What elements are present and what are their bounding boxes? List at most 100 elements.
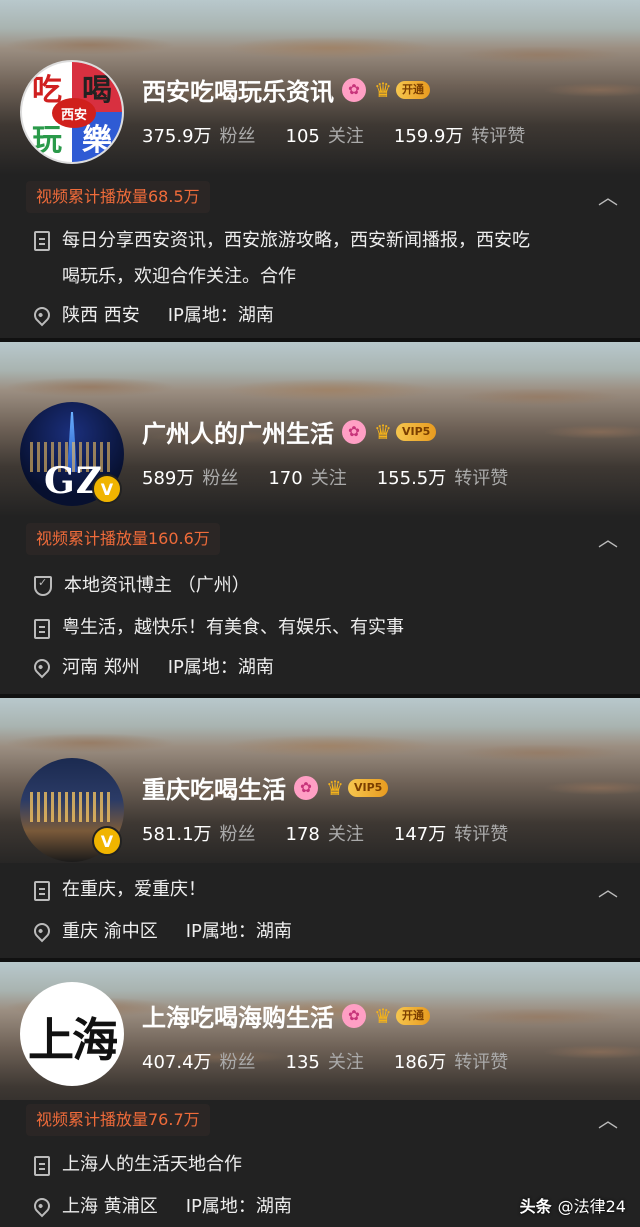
bio-row: 在重庆，爱重庆！	[34, 877, 206, 903]
location-pin-icon	[30, 303, 54, 327]
location-pin-icon	[30, 1194, 54, 1218]
stat-num: 407.4万	[142, 1052, 212, 1073]
verified-v-icon: V	[92, 474, 122, 504]
location-row: 上海 黄浦区 IP属地：湖南	[30, 1194, 292, 1220]
name-row: 广州人的广州生活 ✿ ♛ VIP5	[142, 414, 437, 449]
bio-row: 粤生活，越快乐！有美食、有娱乐、有实事	[34, 615, 404, 641]
pink-badge-icon[interactable]: ✿	[342, 77, 366, 102]
chevron-up-icon[interactable]: ︿	[598, 879, 618, 899]
name-row: 重庆吃喝生活 ✿ ♛ VIP5	[142, 770, 389, 805]
play-count-tag: 视频累计播放量76.7万	[26, 1104, 210, 1136]
bio-line: 每日分享西安资讯，西安旅游攻略，西安新闻播报，西安吃	[62, 230, 530, 251]
stat-num: 581.1万	[142, 824, 212, 845]
watermark: 头条 @法律24	[520, 1193, 626, 1217]
bio-line: 喝玩乐，欢迎合作关注。合作	[62, 266, 296, 287]
stat-num: 178	[285, 824, 320, 845]
stat-label: 粉丝	[202, 468, 239, 489]
stat-fans[interactable]: 581.1万 粉丝	[142, 820, 256, 846]
stat-fans[interactable]: 407.4万 粉丝	[142, 1048, 256, 1074]
bio-text: 每日分享西安资讯，西安旅游攻略，西安新闻播报，西安吃 喝玩乐，欢迎合作关注。合作	[62, 227, 530, 299]
document-icon	[34, 1156, 50, 1176]
avatar-text: 上海	[28, 1013, 118, 1067]
stat-num: 186万	[393, 1052, 447, 1073]
vip-badge[interactable]: ♛ 开通	[374, 79, 430, 101]
stat-label: 粉丝	[219, 126, 256, 147]
account-name: 上海吃喝海购生活	[142, 1004, 334, 1032]
city-lights-graphic	[30, 792, 114, 822]
bio-text: 在重庆，爱重庆！	[62, 879, 206, 900]
stat-following[interactable]: 170 关注	[268, 464, 346, 490]
info-panel: 视频累计播放量68.5万 ︿ 每日分享西安资讯，西安旅游攻略，西安新闻播报，西安…	[0, 175, 640, 338]
stat-following[interactable]: 178 关注	[286, 820, 364, 846]
vip-badge[interactable]: ♛ VIP5	[374, 421, 437, 443]
profile-card-shanghai: 上海 上海吃喝海购生活 ✿ ♛ 开通 407.4万 粉丝 135 关注 186万 转评…	[0, 962, 640, 1227]
bio-row: 每日分享西安资讯，西安旅游攻略，西安新闻播报，西安吃 喝玩乐，欢迎合作关注。合作	[34, 227, 530, 299]
stat-label: 关注	[327, 126, 364, 147]
stat-num: 135	[285, 1052, 320, 1073]
stat-num: 375.9万	[142, 126, 212, 147]
chevron-up-icon[interactable]: ︿	[598, 1110, 618, 1130]
vip-label: VIP5	[348, 778, 389, 797]
stat-num: 147万	[393, 824, 447, 845]
stat-following[interactable]: 135 关注	[286, 1048, 364, 1074]
pink-badge-icon[interactable]: ✿	[342, 1003, 366, 1028]
watermark-handle: @法律24	[557, 1197, 626, 1216]
info-panel: ︿ 在重庆，爱重庆！ 重庆 渝中区 IP属地：湖南	[0, 863, 640, 958]
avatar[interactable]: 上海	[20, 982, 124, 1086]
location-row: 河南 郑州 IP属地：湖南	[30, 655, 274, 681]
avatar-center-label: 西安	[52, 98, 96, 128]
document-icon	[34, 881, 50, 901]
location-text: 重庆 渝中区	[62, 921, 158, 942]
stat-num: 159.9万	[393, 126, 464, 147]
stats-row: 375.9万 粉丝 105 关注 159.9万 转评赞	[142, 122, 525, 148]
stat-num: 589万	[142, 468, 195, 489]
location-row: 重庆 渝中区 IP属地：湖南	[30, 919, 292, 945]
stat-fans[interactable]: 589万 粉丝	[142, 464, 238, 490]
vip-label: 开通	[396, 1006, 430, 1025]
chevron-up-icon[interactable]: ︿	[598, 529, 618, 549]
ip-location-text: IP属地：湖南	[167, 657, 274, 678]
stat-likes[interactable]: 155.5万 转评赞	[377, 464, 509, 490]
stat-label: 转评赞	[454, 468, 509, 489]
document-icon	[34, 231, 50, 251]
pink-badge-icon[interactable]: ✿	[342, 419, 366, 444]
avatar[interactable]: 吃 喝 玩 樂 西安	[20, 60, 124, 164]
shield-check-icon	[34, 576, 52, 596]
stat-likes[interactable]: 147万 转评赞	[394, 820, 508, 846]
location-text: 河南 郑州	[62, 657, 140, 678]
stat-num: 170	[268, 468, 303, 489]
location-text: 陕西 西安	[62, 305, 140, 326]
verified-v-icon: V	[92, 826, 122, 856]
profile-card-xian: 吃 喝 玩 樂 西安 西安吃喝玩乐资讯 ✿ ♛ 开通 375.9万 粉丝 105 关…	[0, 0, 640, 338]
stat-label: 关注	[310, 468, 347, 489]
vip-badge[interactable]: ♛ 开通	[374, 1005, 430, 1027]
name-row: 西安吃喝玩乐资讯 ✿ ♛ 开通	[142, 72, 430, 107]
profile-card-guangzhou: GZ V 广州人的广州生活 ✿ ♛ VIP5 589万 粉丝 170 关注 155.…	[0, 342, 640, 694]
watermark-brand: 头条	[519, 1197, 552, 1216]
stat-fans[interactable]: 375.9万 粉丝	[142, 122, 256, 148]
stat-label: 关注	[327, 824, 364, 845]
stat-num: 155.5万	[376, 468, 447, 489]
chevron-up-icon[interactable]: ︿	[598, 187, 618, 207]
info-panel: 视频累计播放量160.6万 ︿ 本地资讯博主 （广州） 粤生活，越快乐！有美食、…	[0, 517, 640, 694]
name-row: 上海吃喝海购生活 ✿ ♛ 开通	[142, 998, 430, 1033]
play-count-tag: 视频累计播放量68.5万	[26, 181, 210, 213]
vip-label: VIP5	[396, 422, 437, 441]
stat-following[interactable]: 105 关注	[286, 122, 364, 148]
stat-likes[interactable]: 159.9万 转评赞	[394, 122, 526, 148]
vip-badge[interactable]: ♛ VIP5	[326, 777, 389, 799]
location-pin-icon	[30, 919, 54, 943]
ip-location-text: IP属地：湖南	[167, 305, 274, 326]
pink-badge-icon[interactable]: ✿	[294, 775, 318, 800]
stat-label: 关注	[327, 1052, 364, 1073]
ip-location-text: IP属地：湖南	[185, 921, 292, 942]
play-count-tag: 视频累计播放量160.6万	[26, 523, 220, 555]
vip-label: 开通	[396, 80, 430, 99]
stat-likes[interactable]: 186万 转评赞	[394, 1048, 508, 1074]
stat-num: 105	[285, 126, 320, 147]
stat-label: 转评赞	[454, 824, 509, 845]
bio-row: 上海人的生活天地合作	[34, 1152, 242, 1178]
ip-location-text: IP属地：湖南	[185, 1196, 292, 1217]
stats-row: 581.1万 粉丝 178 关注 147万 转评赞	[142, 820, 508, 846]
bio-text: 粤生活，越快乐！有美食、有娱乐、有实事	[62, 617, 404, 638]
